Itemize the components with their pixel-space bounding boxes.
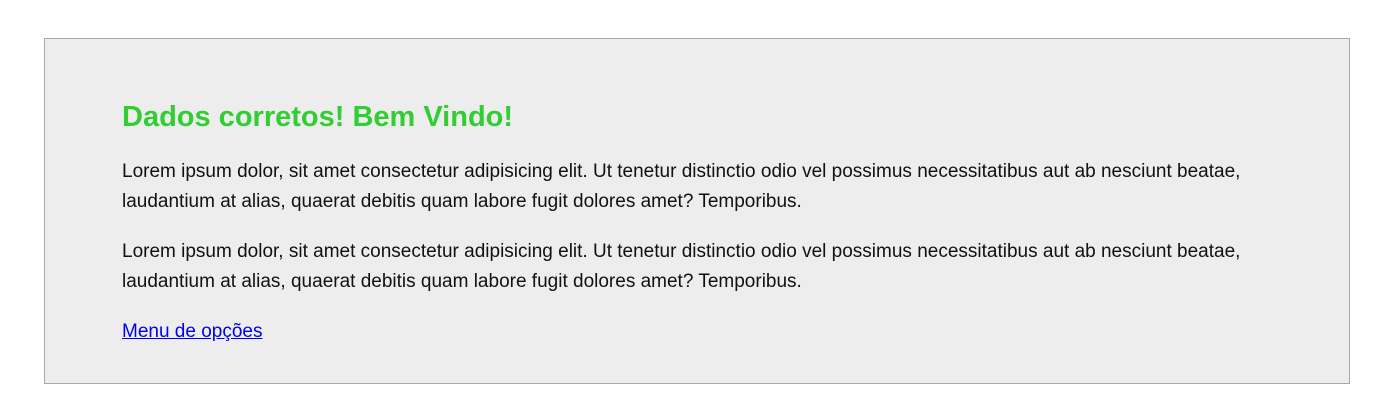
welcome-heading: Dados corretos! Bem Vindo!: [122, 101, 514, 133]
intro-paragraph-2: Lorem ipsum dolor, sit amet consectetur …: [122, 241, 1241, 292]
welcome-panel: Dados corretos! Bem Vindo! Lorem ipsum d…: [44, 38, 1350, 384]
intro-paragraph-1: Lorem ipsum dolor, sit amet consectetur …: [122, 161, 1241, 212]
welcome-content: Dados corretos! Bem Vindo! Lorem ipsum d…: [122, 97, 1262, 347]
menu-options-link[interactable]: Menu de opções: [122, 317, 263, 347]
